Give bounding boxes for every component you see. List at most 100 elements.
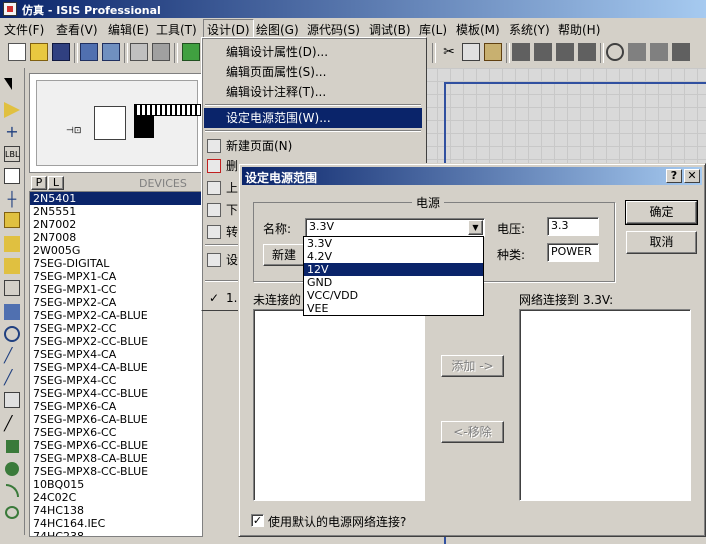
- copy-icon[interactable]: [462, 43, 480, 61]
- device-item[interactable]: 7SEG-MPX6-CC-BLUE: [30, 439, 202, 452]
- tape-recorder-icon[interactable]: [4, 304, 20, 320]
- design-menu-item[interactable]: 新建页面(N): [204, 136, 422, 156]
- circle-icon[interactable]: [5, 462, 19, 476]
- dropdown-option[interactable]: VEE: [304, 302, 483, 315]
- library-manager-button[interactable]: L: [48, 176, 64, 190]
- device-item[interactable]: 7SEG-DIGITAL: [30, 257, 202, 270]
- area-icon[interactable]: [152, 43, 170, 61]
- device-item[interactable]: 7SEG-MPX4-CC-BLUE: [30, 387, 202, 400]
- device-item[interactable]: 7SEG-MPX4-CC: [30, 374, 202, 387]
- dropdown-option[interactable]: 4.2V: [304, 250, 483, 263]
- menu-help[interactable]: 帮助(H): [558, 21, 600, 38]
- device-item[interactable]: 7SEG-MPX2-CC-BLUE: [30, 335, 202, 348]
- connected-nets-list[interactable]: [519, 309, 691, 501]
- chevron-down-icon[interactable]: ▼: [468, 220, 483, 235]
- menu-file[interactable]: 文件(F): [4, 21, 44, 38]
- overview-window[interactable]: ⊣⊡: [29, 73, 206, 173]
- device-item[interactable]: 74HC238: [30, 530, 202, 536]
- new-button[interactable]: 新建: [263, 244, 305, 266]
- box-icon[interactable]: [6, 440, 19, 453]
- block-delete-icon[interactable]: [578, 43, 596, 61]
- device-pins-icon[interactable]: [4, 258, 20, 274]
- menu-tools[interactable]: 工具(T): [156, 21, 197, 38]
- device-item[interactable]: 2N5551: [30, 205, 202, 218]
- junction-dot-icon[interactable]: +: [4, 124, 20, 140]
- cancel-button[interactable]: 取消: [626, 231, 697, 254]
- design-menu-item[interactable]: 设定电源范围(W)...: [204, 108, 422, 128]
- graph-icon[interactable]: [4, 280, 20, 296]
- device-item[interactable]: 74HC138: [30, 504, 202, 517]
- menu-view[interactable]: 查看(V): [56, 21, 98, 38]
- device-item[interactable]: 2N7002: [30, 218, 202, 231]
- device-item[interactable]: 24C02C: [30, 491, 202, 504]
- block-rotate-icon[interactable]: [556, 43, 574, 61]
- print-icon[interactable]: [130, 43, 148, 61]
- generator-icon[interactable]: [4, 326, 20, 342]
- bus-icon[interactable]: ┼: [4, 192, 20, 208]
- dropdown-option[interactable]: GND: [304, 276, 483, 289]
- export-icon[interactable]: [102, 43, 120, 61]
- menu-edit[interactable]: 编辑(E): [108, 21, 149, 38]
- wire-label-icon[interactable]: LBL: [4, 146, 20, 162]
- save-icon[interactable]: [52, 43, 70, 61]
- current-probe-icon[interactable]: ╱: [4, 370, 20, 386]
- add-button[interactable]: 添加 ->: [441, 355, 504, 377]
- default-net-checkbox[interactable]: ✓: [251, 514, 264, 527]
- device-item[interactable]: 2W005G: [30, 244, 202, 257]
- type-input[interactable]: POWER: [547, 243, 599, 262]
- unconnected-nets-list[interactable]: [253, 309, 425, 501]
- device-item[interactable]: 7SEG-MPX1-CA: [30, 270, 202, 283]
- name-dropdown-list[interactable]: 3.3V 4.2V 12V GND VCC/VDD VEE: [303, 236, 484, 316]
- voltage-input[interactable]: 3.3: [547, 217, 599, 236]
- device-item[interactable]: 7SEG-MPX2-CA: [30, 296, 202, 309]
- closed-path-icon[interactable]: [5, 506, 19, 519]
- open-file-icon[interactable]: [30, 43, 48, 61]
- device-item[interactable]: 7SEG-MPX4-CA: [30, 348, 202, 361]
- app-title-bar[interactable]: 仿真 - ISIS Professional: [0, 0, 706, 18]
- device-item[interactable]: 10BQ015: [30, 478, 202, 491]
- menu-system[interactable]: 系统(Y): [509, 21, 550, 38]
- device-item[interactable]: 7SEG-MPX4-CA-BLUE: [30, 361, 202, 374]
- cut-icon[interactable]: ✂: [440, 43, 458, 61]
- pick-device-icon[interactable]: [628, 43, 646, 61]
- terminals-icon[interactable]: [4, 236, 20, 252]
- pick-devices-button[interactable]: P: [31, 176, 47, 190]
- component-mode-icon[interactable]: [4, 102, 20, 118]
- device-list[interactable]: 2N5401 2N5551 2N7002 2N7008 2W005G 7SEG-DIGIT…: [29, 191, 203, 537]
- menu-graph[interactable]: 绘图(G): [256, 21, 299, 38]
- design-menu-item[interactable]: 编辑设计注释(T)...: [204, 82, 422, 102]
- block-move-icon[interactable]: [534, 43, 552, 61]
- menu-debug[interactable]: 调试(B): [369, 21, 411, 38]
- menu-template[interactable]: 模板(M): [456, 21, 500, 38]
- make-device-icon[interactable]: [650, 43, 668, 61]
- design-menu-item[interactable]: 编辑设计属性(D)...: [204, 42, 422, 62]
- ok-button[interactable]: 确定: [625, 200, 698, 225]
- device-item[interactable]: 7SEG-MPX6-CA: [30, 400, 202, 413]
- text-script-icon[interactable]: [4, 168, 20, 184]
- packaging-tool-icon[interactable]: [672, 43, 690, 61]
- selection-mode-icon[interactable]: [4, 78, 12, 90]
- device-item[interactable]: 7SEG-MPX6-CA-BLUE: [30, 413, 202, 426]
- dropdown-option[interactable]: 3.3V: [304, 237, 483, 250]
- device-item[interactable]: 2N5401: [30, 192, 202, 205]
- subcircuit-icon[interactable]: [4, 212, 20, 228]
- device-item[interactable]: 7SEG-MPX1-CC: [30, 283, 202, 296]
- device-item[interactable]: 7SEG-MPX2-CA-BLUE: [30, 309, 202, 322]
- device-item[interactable]: 74HC164.IEC: [30, 517, 202, 530]
- block-copy-icon[interactable]: [512, 43, 530, 61]
- menu-library[interactable]: 库(L): [419, 21, 447, 38]
- paste-icon[interactable]: [484, 43, 502, 61]
- help-button[interactable]: ?: [666, 169, 682, 183]
- virtual-instrument-icon[interactable]: [4, 392, 20, 408]
- design-menu-item[interactable]: 编辑页面属性(S)...: [204, 62, 422, 82]
- new-file-icon[interactable]: [8, 43, 26, 61]
- device-item[interactable]: 7SEG-MPX8-CC-BLUE: [30, 465, 202, 478]
- device-item[interactable]: 2N7008: [30, 231, 202, 244]
- name-select[interactable]: 3.3V ▼: [305, 218, 485, 237]
- close-button[interactable]: ✕: [684, 169, 700, 183]
- import-icon[interactable]: [80, 43, 98, 61]
- menu-source[interactable]: 源代码(S): [307, 21, 360, 38]
- device-item[interactable]: 7SEG-MPX8-CA-BLUE: [30, 452, 202, 465]
- device-item[interactable]: 7SEG-MPX2-CC: [30, 322, 202, 335]
- voltage-probe-icon[interactable]: ╱: [4, 348, 20, 364]
